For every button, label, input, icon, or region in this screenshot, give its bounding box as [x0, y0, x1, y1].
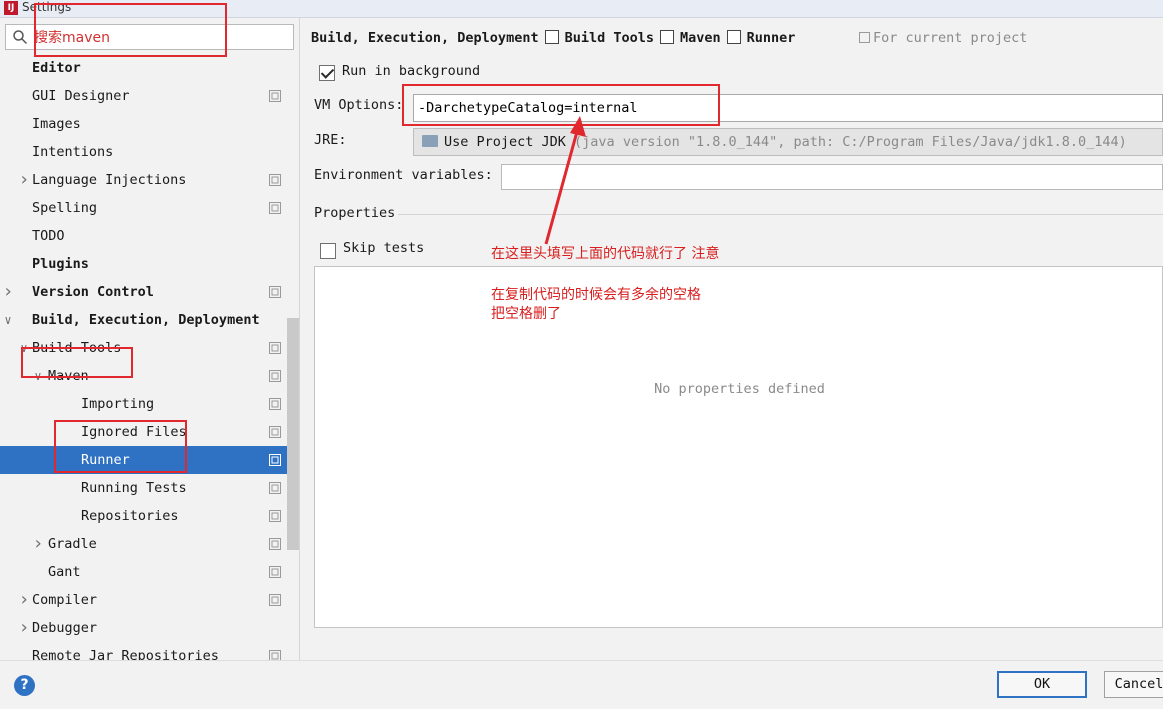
annotation-arrow — [544, 116, 586, 245]
help-icon[interactable]: ? — [14, 675, 35, 696]
annotation-text-line3: 把空格删了 — [491, 306, 561, 322]
annotation-text-line1: 在这里头填写上面的代码就行了 注意 — [491, 246, 720, 262]
dialog-footer: ? OK Cancel — [0, 660, 1163, 709]
ok-button[interactable]: OK — [997, 671, 1087, 698]
annotation-text-line2: 在复制代码的时候会有多余的空格 — [491, 287, 701, 303]
cancel-button[interactable]: Cancel — [1104, 671, 1163, 698]
